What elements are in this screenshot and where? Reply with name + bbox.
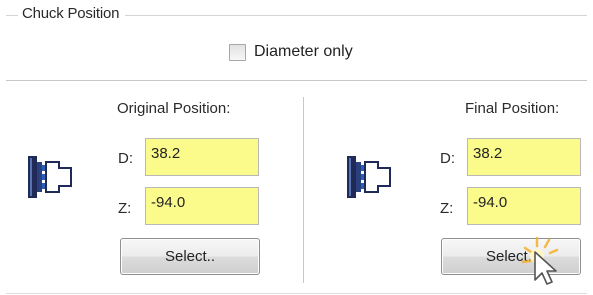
bottom-divider bbox=[6, 293, 587, 294]
original-position-title: Original Position: bbox=[117, 100, 231, 117]
group-title: Chuck Position bbox=[18, 5, 126, 22]
diameter-only-label: Diameter only bbox=[254, 43, 353, 60]
final-d-input[interactable]: 38.2 bbox=[467, 138, 581, 176]
original-d-label: D: bbox=[118, 150, 133, 167]
original-z-label: Z: bbox=[118, 200, 132, 217]
final-position-title: Final Position: bbox=[465, 100, 560, 117]
original-z-input[interactable]: -94.0 bbox=[145, 187, 259, 225]
vertical-divider bbox=[303, 97, 304, 283]
final-z-input[interactable]: -94.0 bbox=[467, 187, 581, 225]
diameter-only-row[interactable]: Diameter only bbox=[229, 40, 353, 64]
original-select-button[interactable]: Select.. bbox=[120, 238, 260, 275]
final-z-label: Z: bbox=[440, 200, 454, 217]
final-d-label: D: bbox=[440, 150, 455, 167]
chuck-icon bbox=[28, 156, 72, 198]
chuck-icon bbox=[347, 156, 391, 198]
diameter-only-checkbox[interactable] bbox=[229, 43, 246, 61]
original-d-input[interactable]: 38.2 bbox=[145, 138, 259, 176]
horizontal-divider bbox=[6, 80, 587, 81]
mouse-pointer-icon bbox=[521, 236, 559, 285]
